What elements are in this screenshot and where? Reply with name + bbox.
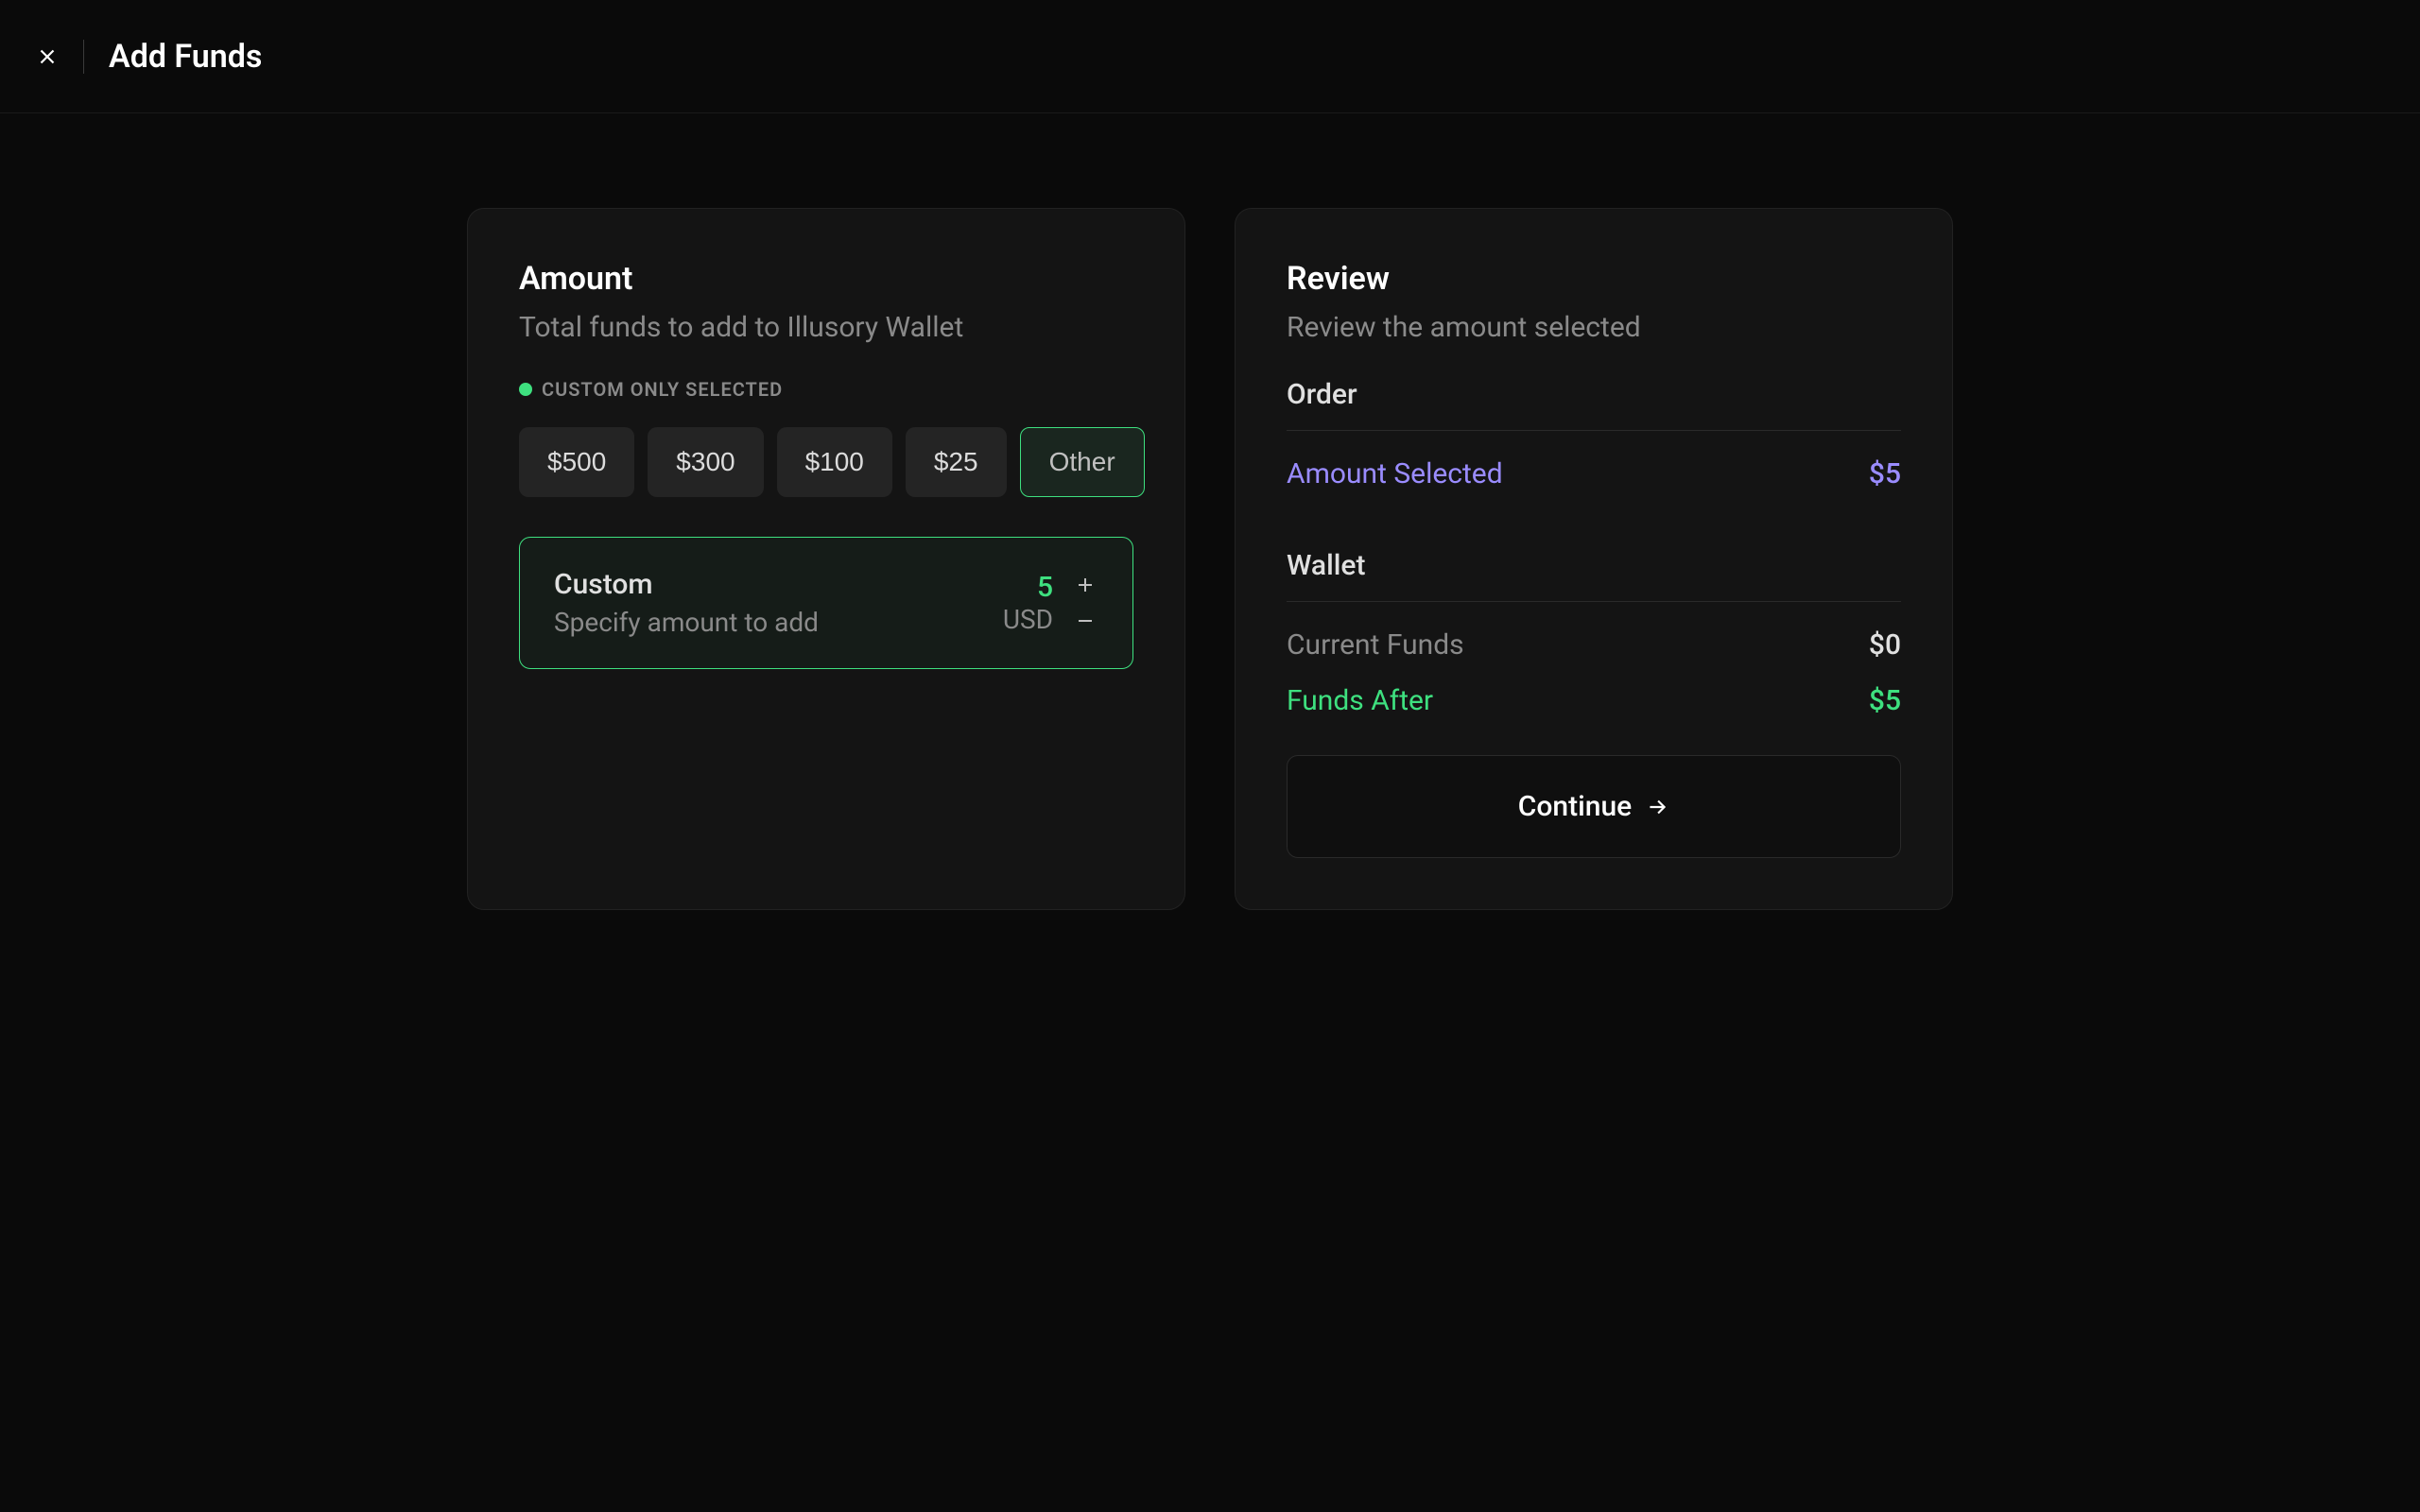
custom-label: Custom [554,568,819,601]
status-text: CUSTOM ONLY SELECTED [542,378,783,401]
header-divider [83,40,84,74]
wallet-header: Wallet [1287,549,1901,582]
amount-title: Amount [519,260,1133,298]
close-button[interactable] [28,38,66,76]
review-title: Review [1287,260,1901,298]
plus-icon [1074,574,1097,596]
current-funds-value: $0 [1869,628,1901,662]
amount-card: Amount Total funds to add to Illusory Wa… [467,208,1185,910]
current-funds-row: Current Funds $0 [1287,628,1901,662]
funds-after-row: Funds After $5 [1287,684,1901,717]
status-row: CUSTOM ONLY SELECTED [519,378,1133,401]
amount-selected-row: Amount Selected $5 [1287,457,1901,490]
custom-currency: USD [1003,604,1053,635]
continue-label: Continue [1518,790,1632,823]
order-header: Order [1287,378,1901,411]
preset-other-button[interactable]: Other [1020,427,1145,497]
amount-selected-value: $5 [1869,457,1901,490]
amount-subtitle: Total funds to add to Illusory Wallet [519,311,1133,344]
main-content: Amount Total funds to add to Illusory Wa… [0,113,2420,910]
amount-selected-label: Amount Selected [1287,457,1503,490]
custom-sublabel: Specify amount to add [554,607,819,638]
preset-row: $500 $300 $100 $25 Other [519,427,1133,497]
preset-300-button[interactable]: $300 [648,427,763,497]
page-title: Add Funds [109,38,262,76]
custom-amount-col: 5 USD [1003,571,1053,635]
status-dot-icon [519,383,532,396]
increment-button[interactable] [1072,572,1098,598]
close-icon [35,44,60,69]
preset-500-button[interactable]: $500 [519,427,634,497]
decrement-button[interactable] [1072,608,1098,634]
preset-100-button[interactable]: $100 [777,427,892,497]
order-divider [1287,430,1901,431]
funds-after-label: Funds After [1287,684,1433,717]
arrow-right-icon [1645,795,1669,819]
custom-left: Custom Specify amount to add [554,568,819,638]
custom-right: 5 USD [1003,571,1098,635]
header-bar: Add Funds [0,0,2420,113]
continue-button[interactable]: Continue [1287,755,1901,858]
stepper-column [1072,572,1098,634]
wallet-divider [1287,601,1901,602]
funds-after-value: $5 [1869,684,1901,717]
review-card: Review Review the amount selected Order … [1235,208,1953,910]
preset-25-button[interactable]: $25 [906,427,1007,497]
current-funds-label: Current Funds [1287,628,1464,662]
review-subtitle: Review the amount selected [1287,311,1901,344]
minus-icon [1074,610,1097,632]
custom-amount-value: 5 [1037,571,1053,604]
custom-amount-box[interactable]: Custom Specify amount to add 5 USD [519,537,1133,669]
